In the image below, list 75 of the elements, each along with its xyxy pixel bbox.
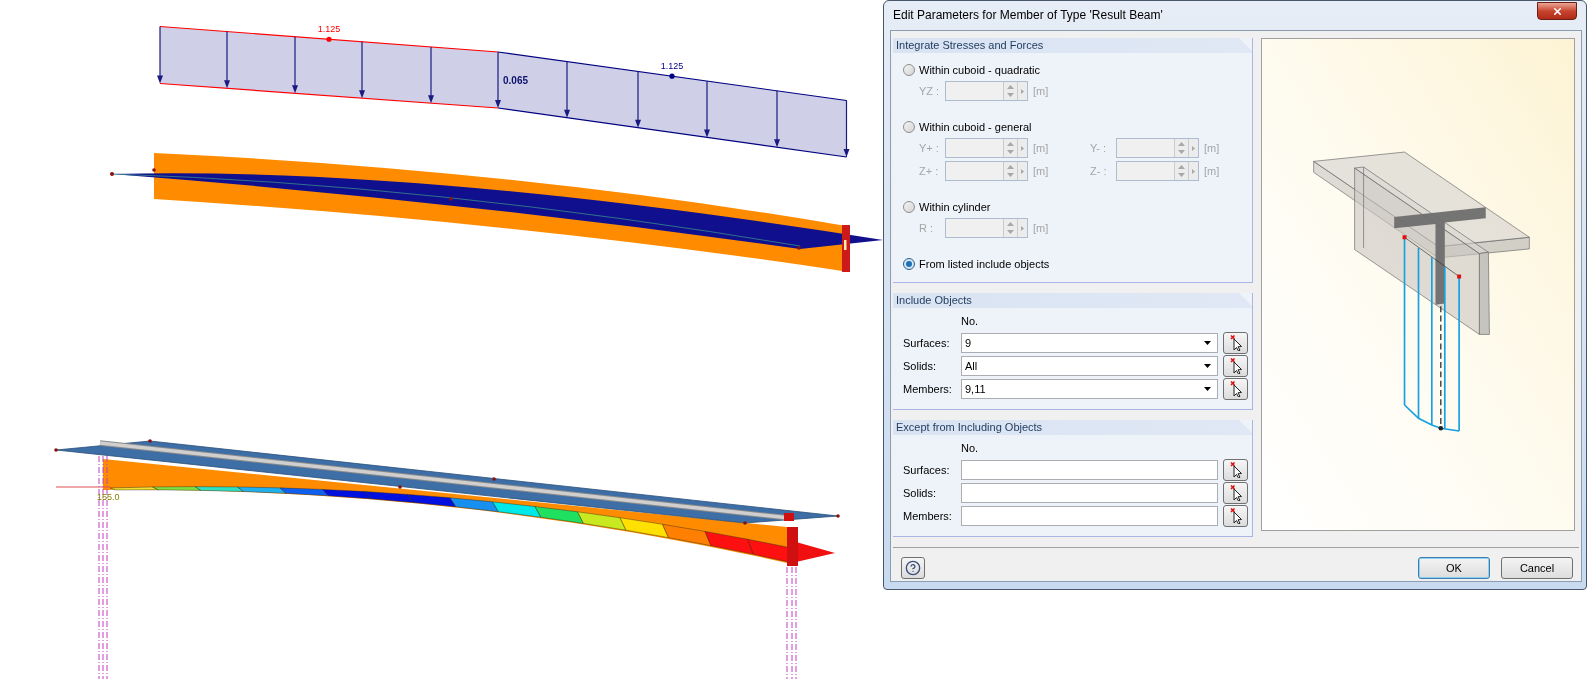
section-header: Except from Including Objects xyxy=(893,420,1252,435)
window-title: Edit Parameters for Member of Type 'Result Beam' xyxy=(893,8,1163,22)
field-label: R : xyxy=(919,221,935,235)
spin-arrows-icon xyxy=(1007,165,1014,177)
right-triangle-icon xyxy=(1021,168,1024,174)
spin-arrows-icon xyxy=(1178,165,1185,177)
radio-button[interactable] xyxy=(903,201,915,213)
dialog-button[interactable]: Cancel xyxy=(1501,557,1573,579)
text-field[interactable] xyxy=(961,483,1218,503)
close-icon xyxy=(1551,5,1563,17)
text-field[interactable] xyxy=(961,460,1218,480)
spin-arrows-icon xyxy=(1007,142,1014,154)
field-label: YZ : xyxy=(919,84,941,98)
row-label: Members: xyxy=(903,382,953,396)
radio-label[interactable]: Within cuboid - quadratic xyxy=(919,63,1041,77)
right-triangle-icon xyxy=(1021,145,1024,151)
pick-cursor-icon xyxy=(1229,508,1242,524)
row-label: Solids: xyxy=(903,486,938,500)
field-label: Z- : xyxy=(1090,164,1108,178)
radio-label[interactable]: Within cuboid - general xyxy=(919,120,1032,134)
unit-label: [m] xyxy=(1033,141,1049,155)
radio-label[interactable]: From listed include objects xyxy=(919,257,1050,271)
load-value-label: 0.065 xyxy=(503,75,529,86)
spin-arrows-icon xyxy=(1178,142,1185,154)
dropdown-field[interactable]: 9,11 xyxy=(961,379,1218,399)
right-triangle-icon xyxy=(1021,225,1024,231)
text-field[interactable] xyxy=(961,506,1218,526)
column-header: No. xyxy=(961,315,980,328)
right-triangle-icon xyxy=(1021,88,1024,94)
pick-cursor-icon xyxy=(1229,335,1242,351)
unit-label: [m] xyxy=(1204,164,1220,178)
unit-label: [m] xyxy=(1033,84,1049,98)
section-header: Include Objects xyxy=(893,293,1252,308)
pick-button[interactable] xyxy=(1223,482,1248,504)
spin-arrows-icon xyxy=(1007,85,1014,97)
spin-arrows-icon xyxy=(1007,222,1014,234)
field-label: Z+ : xyxy=(919,164,940,178)
row-label: Solids: xyxy=(903,359,938,373)
help-icon xyxy=(905,560,921,576)
pick-cursor-icon xyxy=(1229,358,1242,374)
load-value-label: 1.125 xyxy=(317,24,341,35)
pick-button[interactable] xyxy=(1223,332,1248,354)
row-label: Surfaces: xyxy=(903,336,951,350)
dropdown-field[interactable]: All xyxy=(961,356,1218,376)
unit-label: [m] xyxy=(1204,141,1220,155)
pick-button[interactable] xyxy=(1223,378,1248,400)
pick-cursor-icon xyxy=(1229,462,1242,478)
unit-label: [m] xyxy=(1033,164,1049,178)
radio-button[interactable] xyxy=(903,64,915,76)
column-header: No. xyxy=(961,442,980,455)
row-label: Members: xyxy=(903,509,953,523)
field-label: Y+ : xyxy=(919,141,940,155)
radio-button[interactable] xyxy=(903,258,915,270)
dialog-button[interactable]: OK xyxy=(1418,557,1490,579)
close-button[interactable] xyxy=(1537,2,1577,20)
caret-icon xyxy=(1204,387,1211,391)
load-value-label: 1.125 xyxy=(660,61,684,72)
radio-button[interactable] xyxy=(903,121,915,133)
pick-button[interactable] xyxy=(1223,459,1248,481)
pick-button[interactable] xyxy=(1223,505,1248,527)
help-button[interactable] xyxy=(901,557,925,579)
right-triangle-icon xyxy=(1192,168,1195,174)
right-triangle-icon xyxy=(1192,145,1195,151)
row-label: Surfaces: xyxy=(903,463,951,477)
pick-cursor-icon xyxy=(1229,485,1242,501)
radio-label[interactable]: Within cylinder xyxy=(919,200,991,214)
pick-cursor-icon xyxy=(1229,381,1242,397)
section-header: Integrate Stresses and Forces xyxy=(893,38,1252,53)
dropdown-field[interactable]: 9 xyxy=(961,333,1218,353)
caret-icon xyxy=(1204,364,1211,368)
unit-label: [m] xyxy=(1033,221,1049,235)
pick-button[interactable] xyxy=(1223,355,1248,377)
caret-icon xyxy=(1204,341,1211,345)
field-label: Y- : xyxy=(1090,141,1108,155)
stress-value-label: 155.0 xyxy=(97,492,120,502)
